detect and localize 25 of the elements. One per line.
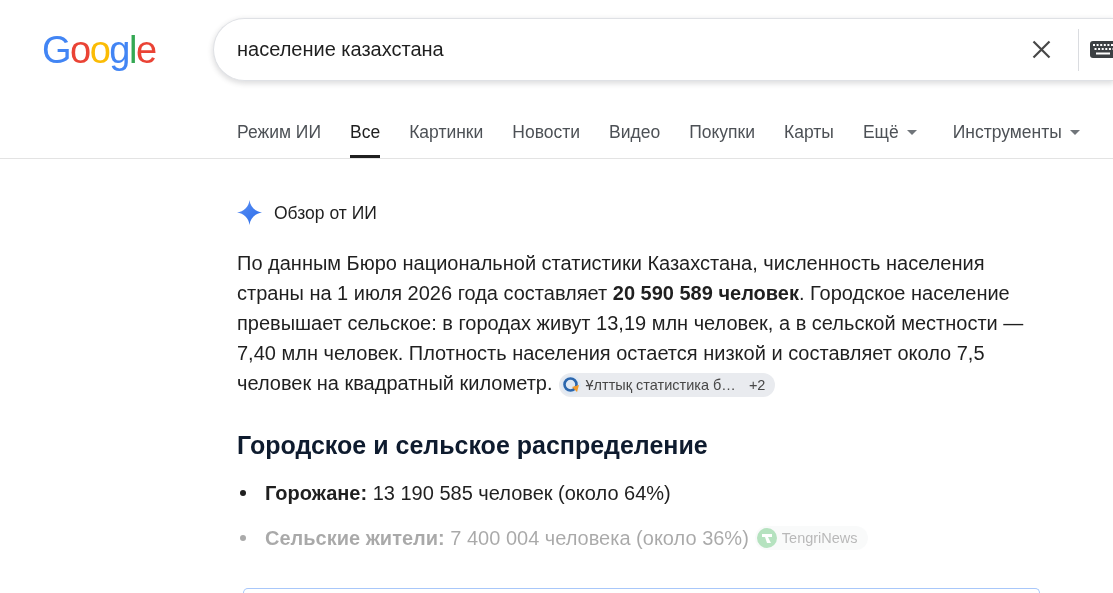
section-heading: Городское и сельское распределение — [237, 430, 709, 461]
tab[interactable]: Все — [350, 106, 381, 158]
source-logo-icon — [756, 528, 777, 548]
bullet-icon — [240, 535, 246, 541]
tab[interactable]: Покупки — [689, 106, 755, 158]
list-item-text: Горожане: 13 190 585 человек (около 64%) — [265, 481, 671, 506]
tab[interactable]: Новости — [512, 106, 581, 158]
google-logo[interactable]: Google — [42, 27, 156, 72]
overview-title: Обзор от ИИ — [274, 201, 377, 224]
overview-text: По данным Бюро национальной статистики Казахстана, численность населения страны на 1 июля 2026 года составляет 20 590 589 человек. Городское население превышает сельское: в городах живут 13,19 млн человек, а в сельской местности — 7,40 млн человек. Плотность населения остается низкой и составляет около 7,5 человек на квадратный километр. Ұлттық статистика б… +2 — [237, 248, 1034, 398]
tab[interactable]: Режим ИИ — [237, 106, 321, 158]
tab[interactable]: Ещё — [862, 106, 917, 158]
tab[interactable]: Карты — [784, 106, 834, 158]
search-field[interactable]: население казахстана — [213, 18, 1113, 81]
tab[interactable]: Картинки — [409, 106, 484, 158]
list-item-text: Сельские жители: 7 400 004 человека (около 36%) — [265, 526, 749, 551]
search-input[interactable]: население казахстана — [237, 35, 1032, 64]
tab[interactable]: Видео — [609, 106, 661, 158]
tools-button[interactable]: Инструменты — [952, 106, 1080, 158]
keyboard-icon[interactable] — [1090, 41, 1113, 58]
bullet-icon — [240, 490, 246, 496]
close-icon[interactable] — [1032, 40, 1051, 59]
citation-chip[interactable]: Ұлттық статистика б… +2 — [558, 372, 776, 397]
sparkle-icon — [237, 200, 262, 225]
source-logo-icon — [560, 374, 581, 395]
